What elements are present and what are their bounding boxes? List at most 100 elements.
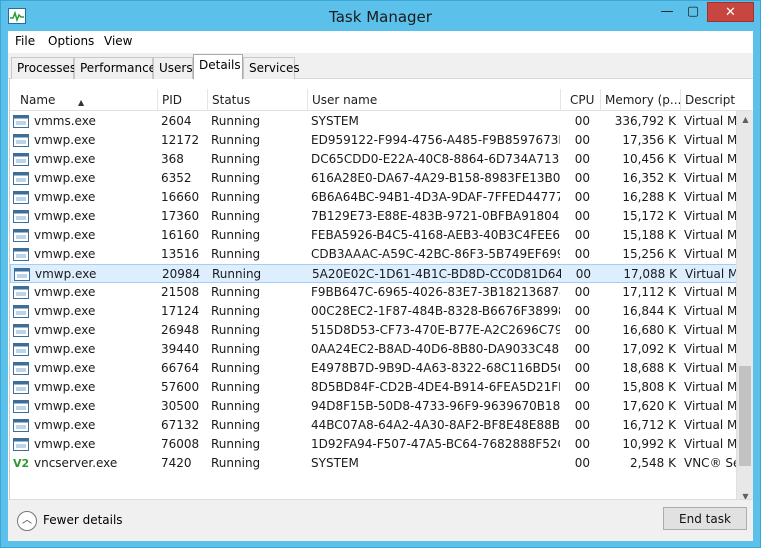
- cell-name: vmwp.exe: [34, 304, 96, 318]
- close-button[interactable]: ✕: [707, 2, 754, 22]
- table-row[interactable]: vmwp.exe 17360 Running 7B129E73-E88E-483B-9…: [10, 207, 752, 226]
- cell-cpu: 00: [575, 267, 591, 281]
- table-row[interactable]: vmwp.exe 16660 Running 6B6A64BC-94B1-4D3A-9…: [10, 188, 752, 207]
- table-row[interactable]: vmwp.exe 57600 Running 8D5BD84F-CD2B-4DE4-B…: [10, 378, 752, 397]
- table-row[interactable]: vmwp.exe 20984 Running 5A20E02C-1D61-4B1C-B…: [10, 264, 752, 283]
- scroll-up-icon[interactable]: ▲: [737, 111, 754, 128]
- column-description[interactable]: Descriptio: [680, 89, 736, 111]
- column-name[interactable]: Name ▲: [10, 89, 157, 111]
- cell-memory: 16,844 K: [622, 304, 676, 318]
- cell-description: Virtual Ma: [684, 247, 736, 261]
- vm-process-icon: [13, 134, 29, 147]
- cell-memory: 16,352 K: [622, 171, 676, 185]
- cell-status: Running: [211, 114, 261, 128]
- vm-process-icon: [13, 438, 29, 451]
- cell-name: vmwp.exe: [34, 437, 96, 451]
- maximize-button[interactable]: ▢: [680, 2, 706, 22]
- table-row[interactable]: vmwp.exe 12172 Running ED959122-F994-4756-A…: [10, 131, 752, 150]
- end-task-button[interactable]: End task: [663, 507, 747, 530]
- table-row[interactable]: vmwp.exe 6352 Running 616A28E0-DA67-4A29-B1…: [10, 169, 752, 188]
- cell-description: Virtual Ma: [684, 418, 736, 432]
- cell-name: vmms.exe: [34, 114, 96, 128]
- table-row[interactable]: vmwp.exe 76008 Running 1D92FA94-F507-47A5-B…: [10, 435, 752, 454]
- chevron-up-circle-icon[interactable]: ︿: [17, 511, 37, 531]
- table-row[interactable]: vmwp.exe 21508 Running F9BB647C-6965-4026-8…: [10, 283, 752, 302]
- tab-processes[interactable]: Processes: [11, 57, 76, 79]
- sort-ascending-icon: ▲: [78, 98, 85, 107]
- cell-status: Running: [211, 323, 261, 337]
- table-row[interactable]: V2 vncserver.exe 7420 Running SYSTEM 00 2,548 …: [10, 454, 752, 473]
- menu-view[interactable]: View: [104, 34, 132, 48]
- cell-user: 5A20E02C-1D61-4B1C-BD8D-CC0D81D644E8: [312, 267, 561, 281]
- cell-user: SYSTEM: [311, 456, 359, 470]
- cell-status: Running: [211, 437, 261, 451]
- column-user-name[interactable]: User name: [307, 89, 560, 111]
- column-cpu[interactable]: CPU: [560, 89, 600, 111]
- cell-pid: 368: [161, 152, 184, 166]
- table-row[interactable]: vmwp.exe 66764 Running E4978B7D-9B9D-4A63-8…: [10, 359, 752, 378]
- column-pid[interactable]: PID: [157, 89, 207, 111]
- vm-process-icon: [13, 115, 29, 128]
- cell-status: Running: [211, 171, 261, 185]
- title-bar[interactable]: Task Manager — ▢ ✕: [1, 1, 760, 31]
- tab-strip: Processes Performance Users Details Serv…: [8, 53, 753, 80]
- tab-services[interactable]: Services: [243, 57, 300, 79]
- cell-status: Running: [211, 247, 261, 261]
- cell-memory: 15,188 K: [622, 228, 676, 242]
- table-row[interactable]: vmwp.exe 16160 Running FEBA5926-B4C5-4168-A…: [10, 226, 752, 245]
- vertical-scroll-thumb[interactable]: [739, 366, 751, 466]
- vnc-icon: V2: [13, 457, 30, 470]
- cell-memory: 16,680 K: [622, 323, 676, 337]
- table-row[interactable]: vmwp.exe 30500 Running 94D8F15B-50D8-4733-9…: [10, 397, 752, 416]
- cell-user: 94D8F15B-50D8-4733-96F9-9639670B1837: [311, 399, 560, 413]
- cell-cpu: 00: [574, 342, 590, 356]
- client-area: File Options View Processes Performance …: [8, 31, 753, 541]
- cell-description: Virtual Ma: [684, 380, 736, 394]
- cell-pid: 26948: [161, 323, 200, 337]
- menu-file[interactable]: File: [15, 34, 35, 48]
- table-row[interactable]: vmwp.exe 13516 Running CDB3AAAC-A59C-42BC-8…: [10, 245, 752, 264]
- vm-process-icon: [13, 191, 29, 204]
- cell-name: vncserver.exe: [34, 456, 118, 470]
- cell-memory: 15,172 K: [622, 209, 676, 223]
- cell-status: Running: [212, 267, 262, 281]
- cell-name: vmwp.exe: [34, 285, 96, 299]
- cell-pid: 39440: [161, 342, 200, 356]
- cell-status: Running: [211, 361, 261, 375]
- cell-user: 6B6A64BC-94B1-4D3A-9DAF-7FFED4477747: [311, 190, 560, 204]
- tab-details[interactable]: Details: [193, 54, 243, 80]
- column-memory[interactable]: Memory (p...: [600, 89, 680, 111]
- cell-pid: 6352: [161, 171, 192, 185]
- cell-user: 1D92FA94-F507-47A5-BC64-7682888F52C6: [311, 437, 560, 451]
- cell-name: vmwp.exe: [34, 209, 96, 223]
- column-status[interactable]: Status: [207, 89, 307, 111]
- vm-process-icon: [13, 248, 29, 261]
- cell-status: Running: [211, 133, 261, 147]
- table-row[interactable]: vmwp.exe 26948 Running 515D8D53-CF73-470E-B…: [10, 321, 752, 340]
- cell-user: 00C28EC2-1F87-484B-8328-B6676F389985: [311, 304, 560, 318]
- cell-description: Virtual Ma: [684, 152, 736, 166]
- table-row[interactable]: vmwp.exe 39440 Running 0AA24EC2-B8AD-40D6-8…: [10, 340, 752, 359]
- table-row[interactable]: vmwp.exe 17124 Running 00C28EC2-1F87-484B-8…: [10, 302, 752, 321]
- tab-users[interactable]: Users: [153, 57, 193, 79]
- minimize-button[interactable]: —: [654, 2, 680, 22]
- cell-description: Virtual Ma: [684, 171, 736, 185]
- menu-options[interactable]: Options: [48, 34, 94, 48]
- vertical-scrollbar[interactable]: ▲ ▼: [736, 111, 753, 505]
- cell-status: Running: [211, 285, 261, 299]
- tab-performance[interactable]: Performance: [74, 57, 156, 79]
- table-row[interactable]: vmms.exe 2604 Running SYSTEM 00 336,792 K Virt…: [10, 112, 752, 131]
- cell-memory: 10,456 K: [622, 152, 676, 166]
- cell-name: vmwp.exe: [34, 190, 96, 204]
- table-row[interactable]: vmwp.exe 368 Running DC65CDD0-E22A-40C8-886…: [10, 150, 752, 169]
- cell-description: Virtual Ma: [684, 304, 736, 318]
- fewer-details-link[interactable]: Fewer details: [43, 513, 123, 527]
- cell-description: Virtual Ma: [684, 190, 736, 204]
- cell-user: 616A28E0-DA67-4A29-B158-8983FE13B0AC: [311, 171, 560, 185]
- cell-memory: 16,288 K: [622, 190, 676, 204]
- cell-user: 7B129E73-E88E-483B-9721-0BFBA91804D6: [311, 209, 560, 223]
- table-row[interactable]: vmwp.exe 67132 Running 44BC07A8-64A2-4A30-8…: [10, 416, 752, 435]
- cell-description: Virtual Ma: [684, 209, 736, 223]
- cell-description: VNC® Ser: [684, 456, 736, 470]
- cell-cpu: 00: [574, 209, 590, 223]
